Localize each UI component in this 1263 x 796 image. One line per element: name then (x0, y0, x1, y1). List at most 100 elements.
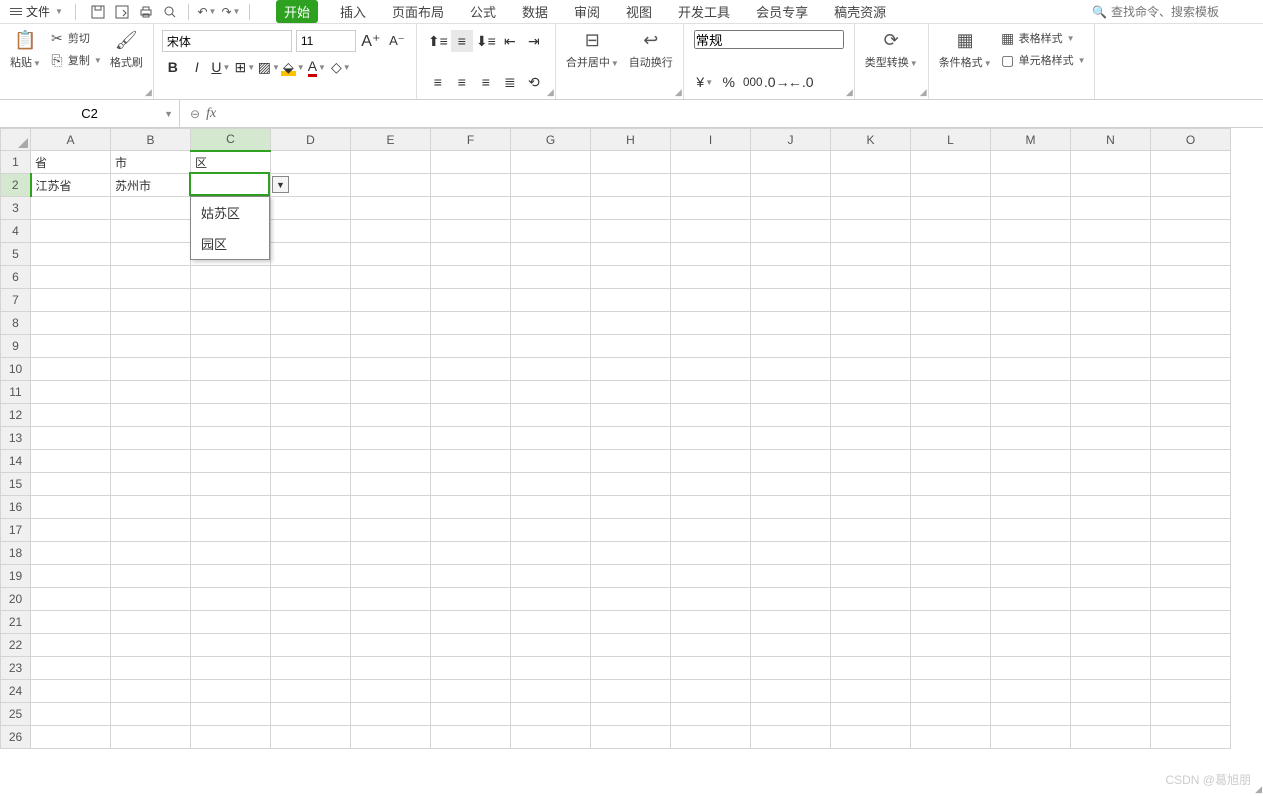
cell[interactable] (271, 243, 351, 266)
search-box[interactable]: 🔍 (1092, 5, 1259, 19)
cell[interactable] (191, 358, 271, 381)
cell[interactable] (431, 588, 511, 611)
cell[interactable] (431, 634, 511, 657)
border-button[interactable]: ⊞▼ (234, 56, 256, 78)
cell[interactable] (671, 289, 751, 312)
cell[interactable] (1151, 335, 1231, 358)
cell[interactable] (1071, 588, 1151, 611)
cell[interactable] (511, 197, 591, 220)
cell[interactable] (1071, 427, 1151, 450)
row-header[interactable]: 11 (1, 381, 31, 404)
cell[interactable] (31, 197, 111, 220)
cell[interactable] (271, 358, 351, 381)
italic-button[interactable]: I (186, 56, 208, 78)
cell[interactable] (1151, 174, 1231, 197)
cell[interactable] (111, 496, 191, 519)
cell[interactable] (351, 542, 431, 565)
cell[interactable] (1071, 450, 1151, 473)
cell[interactable] (831, 243, 911, 266)
cell[interactable] (831, 473, 911, 496)
cell[interactable]: 区 (191, 151, 271, 174)
cell[interactable] (671, 726, 751, 749)
cell[interactable] (431, 312, 511, 335)
col-header[interactable]: G (511, 129, 591, 151)
cell[interactable] (831, 266, 911, 289)
cell[interactable] (671, 657, 751, 680)
cell[interactable] (271, 266, 351, 289)
cell[interactable] (591, 358, 671, 381)
cell[interactable] (991, 243, 1071, 266)
cell[interactable] (911, 289, 991, 312)
cell[interactable] (751, 335, 831, 358)
cell[interactable] (1151, 473, 1231, 496)
cell[interactable] (911, 611, 991, 634)
font-color-button[interactable]: A▼ (306, 56, 328, 78)
preview-icon[interactable] (160, 2, 180, 22)
cell[interactable] (911, 174, 991, 197)
cell[interactable] (671, 266, 751, 289)
cond-format-button[interactable]: ▦条件格式▼ (937, 28, 994, 70)
cell[interactable] (911, 657, 991, 680)
cell[interactable] (671, 565, 751, 588)
tab-view[interactable]: 视图 (622, 0, 656, 23)
cell[interactable] (751, 243, 831, 266)
row-header[interactable]: 7 (1, 289, 31, 312)
cell[interactable] (1071, 197, 1151, 220)
cell[interactable] (351, 358, 431, 381)
cell[interactable] (1151, 427, 1231, 450)
cell[interactable] (591, 611, 671, 634)
cell[interactable] (991, 496, 1071, 519)
cell[interactable] (511, 703, 591, 726)
cell[interactable] (31, 427, 111, 450)
redo-icon[interactable]: ↷▼ (221, 2, 241, 22)
cell[interactable] (751, 496, 831, 519)
col-header[interactable]: L (911, 129, 991, 151)
col-header[interactable]: C (191, 129, 271, 151)
cell[interactable] (1071, 381, 1151, 404)
cell[interactable] (831, 289, 911, 312)
cell[interactable] (751, 680, 831, 703)
cell[interactable] (271, 220, 351, 243)
cell[interactable] (111, 381, 191, 404)
cell[interactable] (511, 381, 591, 404)
cell[interactable] (191, 496, 271, 519)
cell[interactable] (591, 496, 671, 519)
cell[interactable] (831, 657, 911, 680)
cell[interactable] (1071, 404, 1151, 427)
cell[interactable] (991, 381, 1071, 404)
font-name-select[interactable] (162, 30, 292, 52)
cell[interactable] (911, 220, 991, 243)
row-header[interactable]: 5 (1, 243, 31, 266)
name-box[interactable]: ▼ (0, 100, 180, 127)
cell[interactable] (271, 611, 351, 634)
cell[interactable] (991, 565, 1071, 588)
cell[interactable] (351, 703, 431, 726)
cell[interactable] (511, 243, 591, 266)
cell[interactable] (351, 657, 431, 680)
cell[interactable] (271, 565, 351, 588)
cell[interactable] (591, 312, 671, 335)
cell[interactable] (511, 473, 591, 496)
cell[interactable] (271, 703, 351, 726)
cell[interactable] (511, 450, 591, 473)
cell[interactable] (191, 404, 271, 427)
cell[interactable] (511, 726, 591, 749)
number-format-select[interactable] (694, 30, 844, 49)
cell[interactable] (511, 358, 591, 381)
cell[interactable] (591, 680, 671, 703)
cell[interactable] (191, 565, 271, 588)
cell[interactable] (111, 243, 191, 266)
cell[interactable] (271, 404, 351, 427)
cell[interactable] (511, 404, 591, 427)
cell[interactable] (111, 404, 191, 427)
cell[interactable] (911, 151, 991, 174)
cell[interactable] (191, 680, 271, 703)
cell[interactable] (591, 450, 671, 473)
cell[interactable] (751, 565, 831, 588)
cell[interactable] (911, 312, 991, 335)
cell[interactable] (431, 381, 511, 404)
cell[interactable] (751, 174, 831, 197)
search-input[interactable] (1111, 5, 1251, 19)
align-top-button[interactable]: ⬆≡ (427, 30, 449, 52)
cell[interactable] (751, 266, 831, 289)
